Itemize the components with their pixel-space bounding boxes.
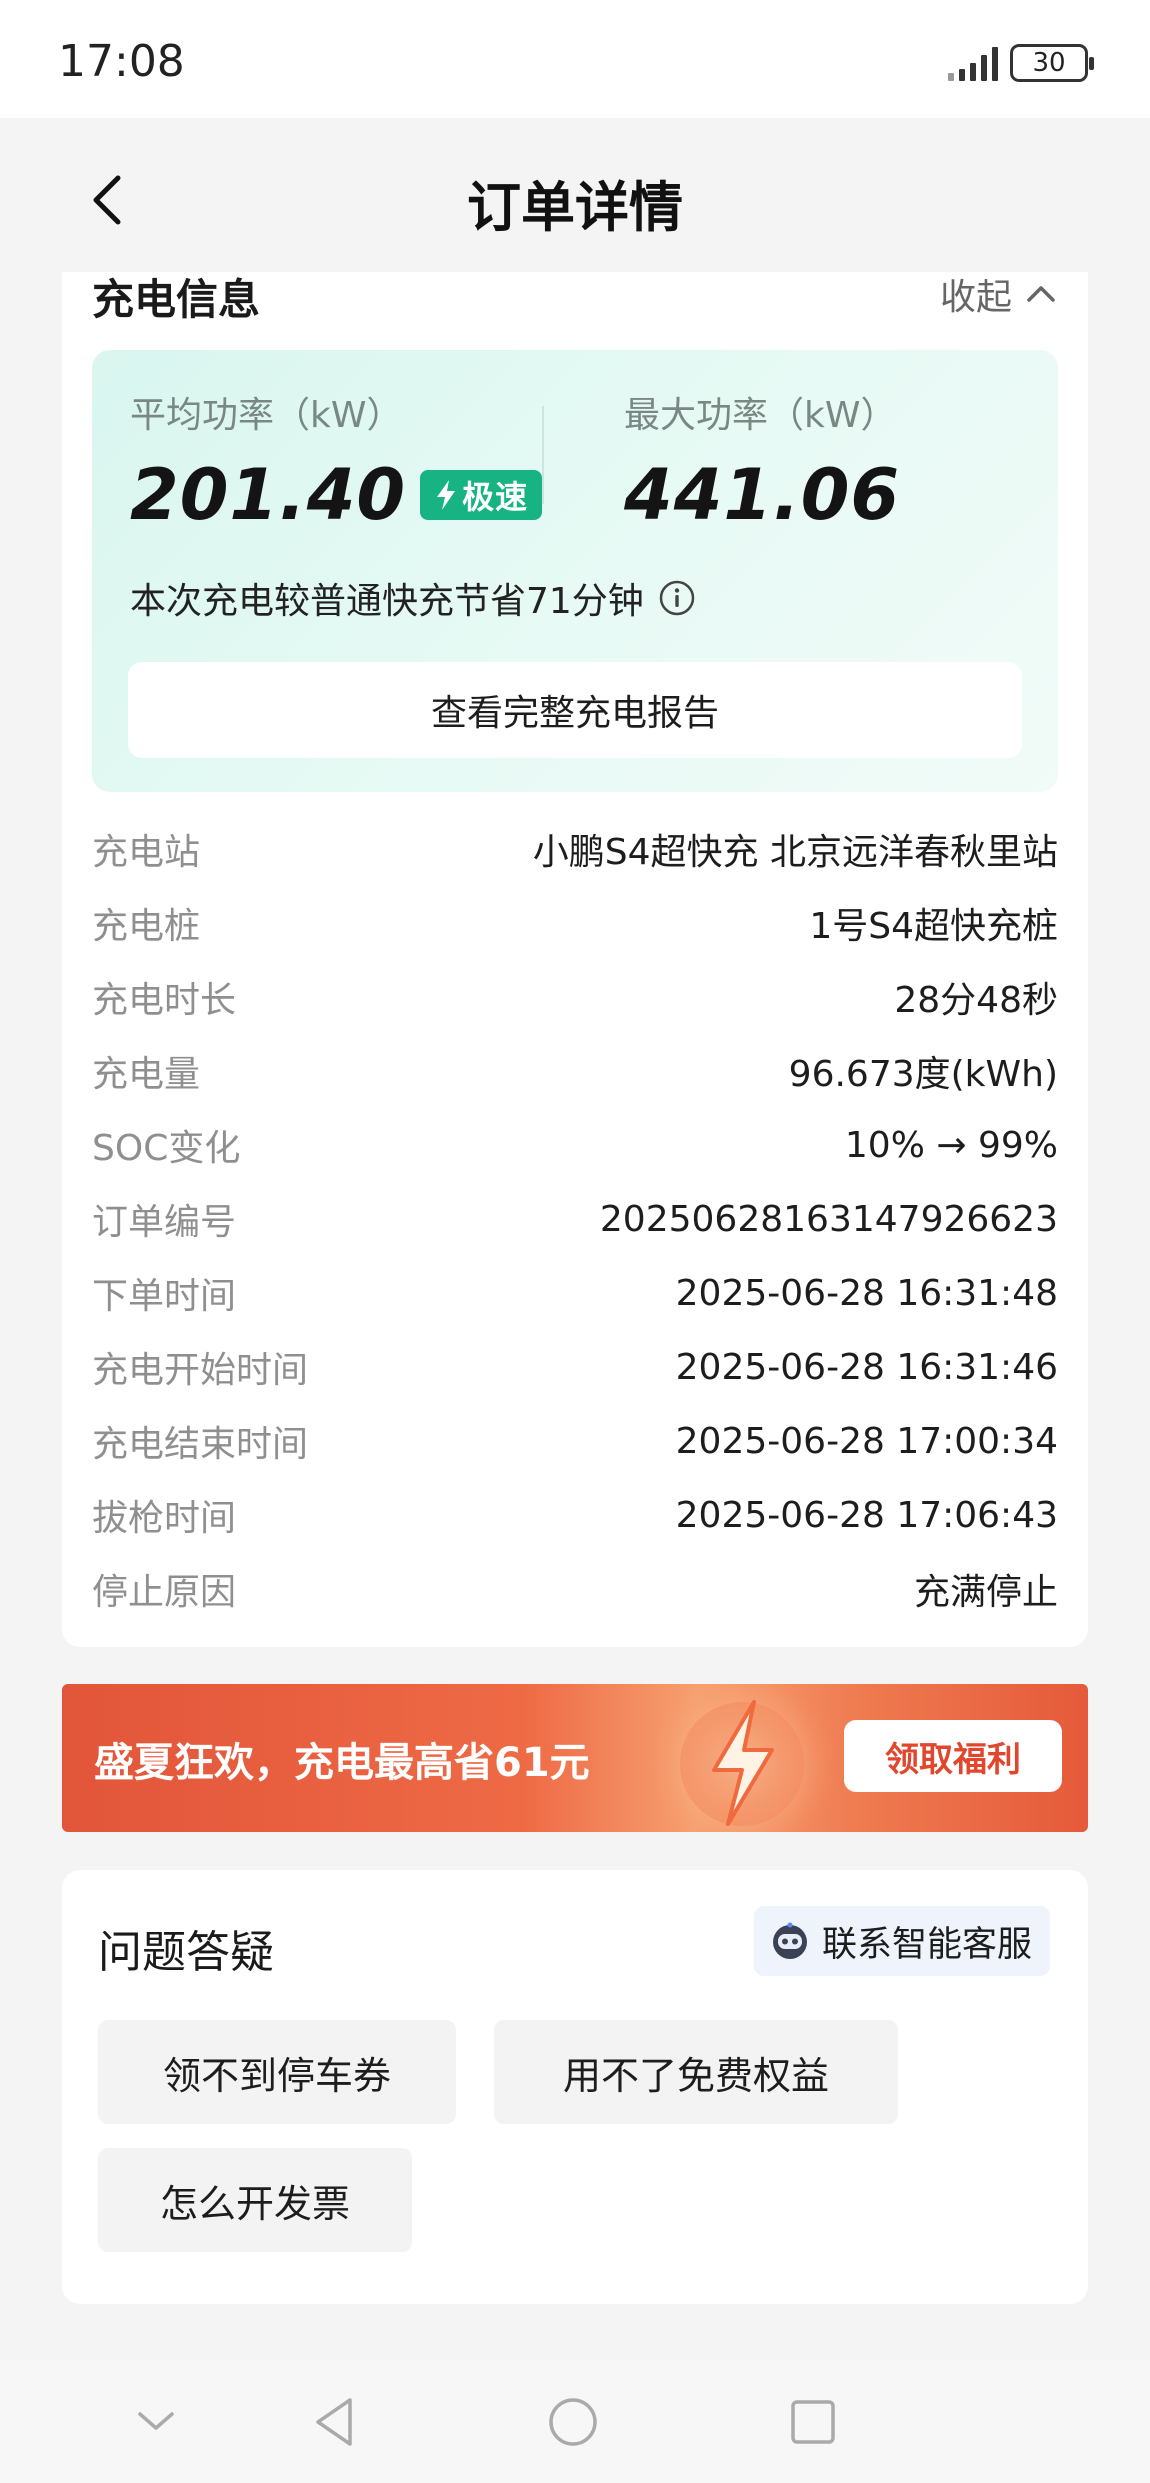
info-row: 拔枪时间 2025-06-28 17:06:43 [92, 1478, 1058, 1552]
speed-badge: 极速 [420, 470, 543, 520]
status-indicators: 30 [948, 44, 1094, 82]
collapse-button[interactable]: 收起 [940, 268, 1058, 320]
robot-icon [772, 1922, 807, 1959]
power-summary: 平均功率（kW） 201.40 极速 最大功率（kW） 441.06 本次充电较… [92, 350, 1058, 792]
promo-banner[interactable]: 盛夏狂欢，充电最高省61元 领取福利 [62, 1684, 1088, 1832]
faq-chip-parking[interactable]: 领不到停车券 [98, 2020, 456, 2124]
info-row-label: 下单时间 [92, 1276, 237, 1317]
nav-home-icon[interactable] [545, 2394, 601, 2450]
info-row: 下单时间 2025-06-28 16:31:48 [92, 1256, 1058, 1330]
status-time: 17:08 [58, 36, 185, 87]
info-row: 充电时长 28分48秒 [92, 960, 1058, 1034]
contact-service-button[interactable]: 联系智能客服 [753, 1906, 1050, 1976]
info-row-label: 停止原因 [92, 1572, 237, 1613]
faq-chip-free-benefit[interactable]: 用不了免费权益 [494, 2020, 898, 2124]
info-row-value: 小鹏S4超快充 北京远洋春秋里站 [532, 832, 1058, 873]
max-power-row: 441.06 [624, 454, 900, 536]
info-row-label: 充电站 [92, 832, 201, 873]
info-row: SOC变化 10% → 99% [92, 1108, 1058, 1182]
info-row-label: 充电桩 [92, 906, 201, 947]
view-report-button[interactable]: 查看完整充电报告 [128, 662, 1022, 758]
promo-text: 盛夏狂欢，充电最高省61元 [94, 1740, 590, 1786]
battery-icon: 30 [1010, 44, 1094, 82]
info-row-label: 拔枪时间 [92, 1498, 237, 1539]
nav-hide-icon[interactable] [134, 2394, 178, 2450]
info-row: 停止原因 充满停止 [92, 1552, 1058, 1626]
avg-power: 平均功率（kW） 201.40 极速 [130, 386, 543, 536]
chevron-up-icon [1027, 286, 1055, 302]
max-power-value: 441.06 [624, 454, 901, 536]
faq-chip-invoice[interactable]: 怎么开发票 [98, 2148, 412, 2252]
info-row-label: 充电时长 [92, 980, 237, 1021]
info-row-label: 充电结束时间 [92, 1424, 309, 1465]
info-row-label: 充电开始时间 [92, 1350, 309, 1391]
collapse-label: 收起 [939, 277, 1012, 318]
info-row-value: 2025-06-28 16:31:46 [675, 1346, 1058, 1388]
claim-benefit-button[interactable]: 领取福利 [844, 1720, 1062, 1792]
avg-power-row: 201.40 极速 [130, 454, 543, 536]
avg-power-label: 平均功率（kW） [130, 395, 403, 436]
max-power-label: 最大功率（kW） [624, 395, 897, 436]
divider [542, 406, 544, 504]
lightning-icon [437, 480, 456, 510]
nav-back-icon[interactable] [310, 2394, 360, 2450]
charging-info-card: 充电信息 收起 平均功率（kW） 201.40 极速 最大功率（kW） 441.… [62, 272, 1088, 1647]
info-row: 充电桩 1号S4超快充桩 [92, 886, 1058, 960]
info-rows: 充电站 小鹏S4超快充 北京远洋春秋里站充电桩 1号S4超快充桩充电时长 28分48秒… [92, 812, 1058, 1626]
signal-icon [948, 45, 998, 81]
info-row: 充电量 96.673度(kWh) [92, 1034, 1058, 1108]
info-row-value: 96.673度(kWh) [788, 1054, 1058, 1095]
faq-title: 问题答疑 [98, 1927, 274, 1978]
info-row-value: 充满停止 [913, 1572, 1058, 1613]
info-row: 充电站 小鹏S4超快充 北京远洋春秋里站 [92, 812, 1058, 886]
info-row-value: 2025-06-28 16:31:48 [675, 1272, 1058, 1314]
system-nav-bar [0, 2360, 1150, 2483]
info-row-value: 2025-06-28 17:00:34 [675, 1420, 1058, 1462]
info-row: 充电结束时间 2025-06-28 17:00:34 [92, 1404, 1058, 1478]
page-title: 订单详情 [467, 176, 683, 239]
info-row-value: 28分48秒 [894, 980, 1058, 1021]
card-header: 充电信息 收起 [92, 272, 1058, 328]
section-title: 充电信息 [92, 275, 261, 324]
nav-recents-icon[interactable] [788, 2394, 838, 2450]
speed-badge-label: 极速 [462, 478, 529, 516]
info-row-label: SOC变化 [92, 1128, 241, 1169]
info-row: 充电开始时间 2025-06-28 16:31:46 [92, 1330, 1058, 1404]
status-bar: 17:08 30 [0, 0, 1150, 118]
info-row: 订单编号 20250628163147926623 [92, 1182, 1058, 1256]
info-row-value: 2025-06-28 17:06:43 [675, 1494, 1058, 1536]
nav-header: 订单详情 [0, 118, 1150, 278]
contact-service-label: 联系智能客服 [821, 1924, 1032, 1965]
info-icon[interactable] [658, 579, 696, 617]
info-row-label: 充电量 [92, 1054, 201, 1095]
lightning-icon [647, 1684, 837, 1832]
info-row-label: 订单编号 [92, 1202, 237, 1243]
info-row-value: 10% → 99% [844, 1124, 1058, 1166]
info-row-value: 1号S4超快充桩 [809, 906, 1058, 947]
saving-note: 本次充电较普通快充节省71分钟 [130, 572, 696, 624]
battery-level: 30 [1032, 48, 1066, 78]
info-row-value: 20250628163147926623 [599, 1198, 1058, 1240]
avg-power-value: 201.40 [130, 454, 407, 536]
faq-card: 问题答疑 联系智能客服 领不到停车券 用不了免费权益 怎么开发票 [62, 1870, 1088, 2304]
saving-text: 本次充电较普通快充节省71分钟 [130, 581, 644, 622]
max-power: 最大功率（kW） 441.06 [624, 386, 900, 536]
